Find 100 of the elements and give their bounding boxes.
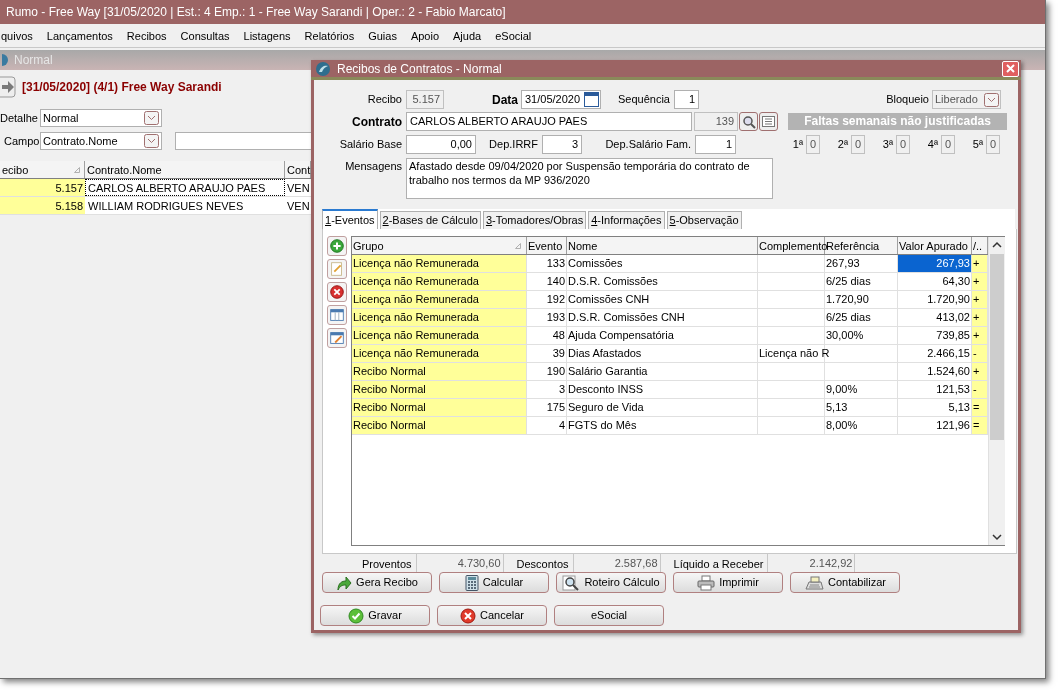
heading: [31/05/2020] (4/1) Free Way Sarandi <box>22 79 222 96</box>
toolbar-button[interactable] <box>327 236 347 256</box>
input-field[interactable]: CARLOS ALBERTO ARAUJO PAES <box>406 112 692 131</box>
dropdown[interactable]: Normal <box>40 109 162 127</box>
table-cell: Recibo Normal <box>352 417 527 434</box>
action-button[interactable]: Roteiro Cálculo <box>556 572 666 593</box>
table-cell: 190 <box>527 363 567 380</box>
tab[interactable]: 4-Informações <box>588 211 665 229</box>
tab[interactable]: 5-Observação <box>666 211 742 229</box>
toolbar-button[interactable] <box>327 328 347 348</box>
calendar-icon[interactable] <box>584 92 599 107</box>
field-label: Dep.Salário Fam. <box>604 137 692 153</box>
table-cell: Licença não Remunerada <box>352 291 527 308</box>
cash-register-icon <box>803 574 824 591</box>
list-button[interactable] <box>759 112 778 131</box>
message-box[interactable]: Afastado desde 09/04/2020 por Suspensão temporária do contrato de trabalho nos termos da MP 936/2020 <box>406 158 773 199</box>
close-icon <box>1006 64 1015 73</box>
field-label: Líquido a Receber <box>673 556 765 572</box>
table-cell: Recibo Normal <box>352 381 527 398</box>
action-button[interactable]: Gera Recibo <box>322 572 432 593</box>
field-label: Salário Base <box>338 137 403 153</box>
delete-icon <box>328 283 346 301</box>
column-header[interactable]: Contrato.Nome <box>85 161 285 178</box>
toolbar-button[interactable] <box>327 282 347 302</box>
table-cell: 267,93 <box>898 255 972 272</box>
menu-item[interactable]: Lançamentos <box>39 25 120 46</box>
input-field[interactable]: 3 <box>542 135 582 154</box>
printer-icon <box>697 574 716 591</box>
field-label: 3ª <box>881 137 894 153</box>
table-cell: 5.158 <box>0 197 85 214</box>
menu-item[interactable]: quivos <box>0 25 40 46</box>
field-label: 1ª <box>791 137 804 153</box>
dialog-button[interactable]: Gravar <box>320 605 430 626</box>
date-field[interactable]: 31/05/2020 <box>521 90 601 109</box>
table-cell: 48 <box>527 327 567 344</box>
field-label: Recibo <box>366 92 403 108</box>
dropdown[interactable]: Contrato.Nome <box>40 132 162 150</box>
table-cell: = <box>972 399 988 416</box>
table-cell: 4 <box>527 417 567 434</box>
table-cell: FGTS do Mês <box>567 417 758 434</box>
menu-item[interactable]: Ajuda <box>446 25 489 46</box>
table-cell: + <box>972 273 988 290</box>
field-label: Descontos <box>516 556 570 572</box>
tab[interactable]: 1-Eventos <box>322 209 378 229</box>
input-field: 0 <box>896 135 910 154</box>
search-button[interactable] <box>739 112 758 131</box>
table-cell: 140 <box>527 273 567 290</box>
table-cell: Licença não Remunerada <box>352 345 527 362</box>
column-header[interactable]: Complemento <box>758 237 825 254</box>
table-cell: Ajuda Compensatória <box>567 327 758 344</box>
column-header[interactable]: Evento <box>527 237 567 254</box>
input-field[interactable]: 0,00 <box>406 135 476 154</box>
scrollbar-thumb[interactable] <box>990 254 1004 440</box>
dialog-button[interactable]: Cancelar <box>437 605 547 626</box>
sort-icon <box>515 242 521 249</box>
field-label: Bloqueio <box>885 92 930 108</box>
column-header[interactable]: Grupo <box>352 237 527 254</box>
menu-item[interactable]: Recibos <box>119 25 174 46</box>
menu-item[interactable]: Consultas <box>173 25 237 46</box>
field-label: Proventos <box>362 556 413 572</box>
section-header: Faltas semanais não justificadas <box>788 113 1007 130</box>
menu-item[interactable]: Listagens <box>236 25 298 46</box>
action-button[interactable]: Contabilizar <box>790 572 900 593</box>
toolbar-button[interactable] <box>327 305 347 325</box>
table-cell: Recibo Normal <box>352 363 527 380</box>
tab[interactable]: 2-Bases de Cálculo <box>379 211 481 229</box>
table-cell: 39 <box>527 345 567 362</box>
menu-item[interactable]: Apoio <box>403 25 447 46</box>
menu-item[interactable]: Guias <box>361 25 404 46</box>
check-icon <box>348 607 365 624</box>
table-cell: - <box>972 345 988 362</box>
field-label: Dep.IRRF <box>488 137 539 153</box>
calculator-icon <box>464 574 479 591</box>
field-label: 5ª <box>971 137 984 153</box>
menu-item[interactable]: Relatórios <box>297 25 362 46</box>
column-header[interactable]: Valor Apurado <box>898 237 972 254</box>
table-cell: - <box>972 381 988 398</box>
field-label: 2ª <box>836 137 849 153</box>
close-button[interactable] <box>1002 60 1019 77</box>
table-cell: 192 <box>527 291 567 308</box>
action-button[interactable]: Imprimir <box>673 572 783 593</box>
table-cell: Dias Afastados <box>567 345 758 362</box>
column-header[interactable]: ecibo <box>0 161 85 178</box>
column-header[interactable]: Nome <box>567 237 758 254</box>
table-cell: 1.720,90 <box>825 291 898 308</box>
tab[interactable]: 3-Tomadores/Obras <box>482 211 587 229</box>
scrollbar[interactable] <box>988 237 1005 545</box>
table-cell-text: VEN <box>286 199 311 214</box>
arrow-icon <box>336 574 353 591</box>
dropdown[interactable]: Liberado <box>932 90 1001 109</box>
dialog-button[interactable]: eSocial <box>554 605 664 626</box>
field-label: Contrato <box>351 113 403 131</box>
table-cell: Licença não Remunerada <box>352 273 527 290</box>
input-field[interactable]: 1 <box>674 90 699 109</box>
input-field: 0 <box>941 135 955 154</box>
action-button[interactable]: Calcular <box>439 572 549 593</box>
table-cell: + <box>972 291 988 308</box>
menu-item[interactable]: eSocial <box>488 25 539 46</box>
table-cell: + <box>972 327 988 344</box>
input-field[interactable]: 1 <box>695 135 736 154</box>
